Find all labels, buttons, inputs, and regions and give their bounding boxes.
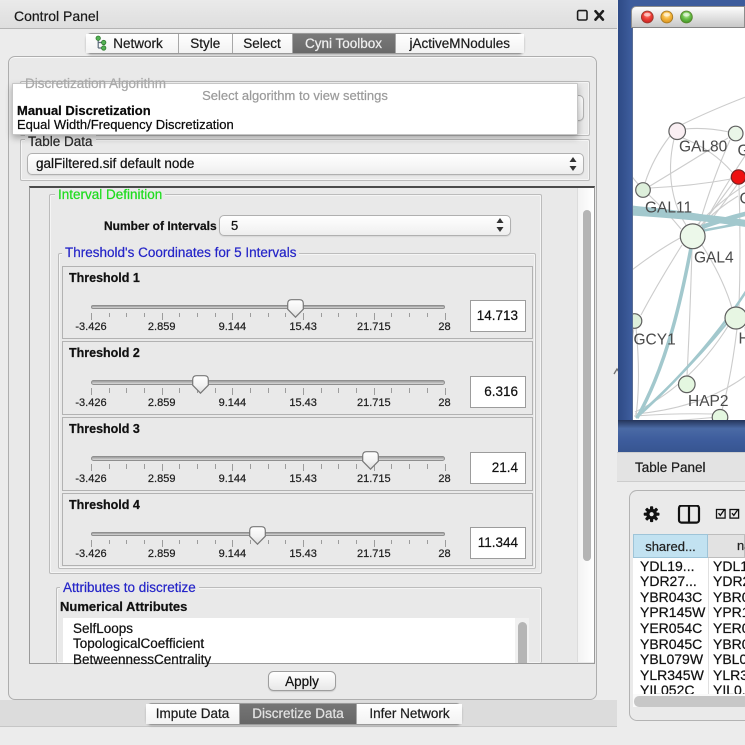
svg-text:GA: GA <box>738 143 745 160</box>
svg-text:H: H <box>739 331 745 348</box>
svg-text:HAP2: HAP2 <box>688 393 729 410</box>
svg-text:GAL4: GAL4 <box>694 250 734 267</box>
svg-text:C: C <box>740 191 745 208</box>
svg-text:GAL80: GAL80 <box>679 139 728 156</box>
svg-text:GAL11: GAL11 <box>645 200 692 217</box>
svg-text:GCY1: GCY1 <box>634 332 676 349</box>
